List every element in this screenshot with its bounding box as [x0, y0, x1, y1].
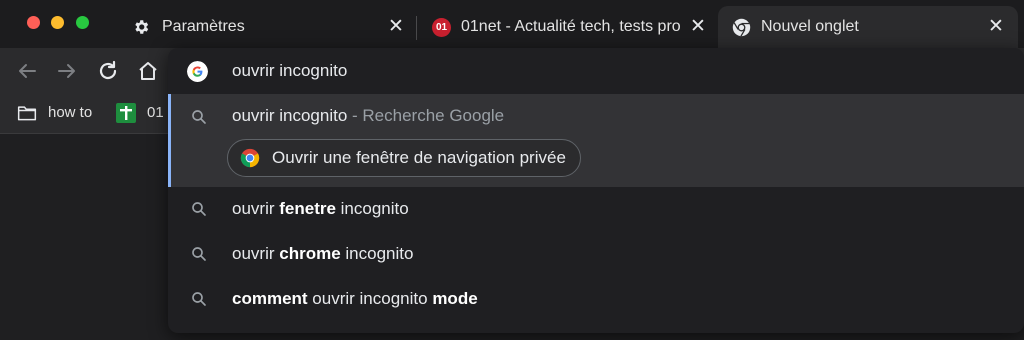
suggestion-text: ouvrir: [232, 199, 280, 218]
suggestion-bold-text: chrome: [279, 244, 341, 263]
chrome-icon: [732, 18, 751, 37]
suggestion-bold-text: comment: [232, 289, 308, 308]
search-icon: [192, 292, 206, 306]
selection-accent: [168, 94, 171, 187]
01net-favicon: 01: [432, 18, 451, 37]
search-icon: [192, 202, 206, 216]
window-zoom-button[interactable]: [76, 16, 89, 29]
suggestion-row[interactable]: comment ouvrir incognito mode: [168, 277, 1024, 322]
suggestion-query: ouvrir incognito: [232, 106, 348, 125]
sheets-icon: [116, 103, 136, 123]
home-icon[interactable]: [136, 59, 160, 83]
forward-icon[interactable]: [55, 59, 79, 83]
window-close-button[interactable]: [27, 16, 40, 29]
tab-close-button[interactable]: ✕: [690, 16, 706, 38]
bookmark-label: 01: [147, 104, 164, 121]
action-chip-label: Ouvrir une fenêtre de navigation privée: [272, 148, 566, 167]
omnibox-dropdown: ouvrir incognito ouvrir incognito - Rech…: [168, 48, 1024, 333]
search-icon: [192, 247, 206, 261]
tab-title: Paramètres: [162, 18, 245, 35]
reload-icon[interactable]: [96, 59, 120, 83]
omnibox-text: ouvrir incognito: [232, 61, 348, 80]
suggestion-row[interactable]: ouvrir chrome incognito: [168, 232, 1024, 277]
tab-title: Nouvel onglet: [761, 18, 859, 35]
tab-settings[interactable]: Paramètres ✕: [118, 6, 416, 48]
bookmark-01[interactable]: 01: [116, 95, 168, 133]
omnibox-input[interactable]: ouvrir incognito: [168, 48, 1024, 94]
suggestion-bold-text: mode: [432, 289, 478, 308]
bookmark-label: how to: [48, 104, 93, 121]
suggestion-text: incognito: [335, 199, 409, 218]
search-icon: [192, 110, 206, 124]
chrome-logo-icon: [240, 148, 260, 168]
tab-close-button[interactable]: ✕: [388, 16, 404, 38]
folder-icon: [17, 106, 37, 121]
tab-title: 01net - Actualité tech, tests pro: [461, 18, 681, 35]
suggestion-label: ouvrir fenetre incognito: [232, 199, 409, 219]
google-icon: [187, 61, 208, 82]
window-minimize-button[interactable]: [51, 16, 64, 29]
suggestion-text: ouvrir incognito: [307, 289, 433, 308]
tab-01net[interactable]: 01 01net - Actualité tech, tests pro ✕: [418, 6, 716, 48]
suggestion-selected[interactable]: ouvrir incognito - Recherche Google Ouvr…: [168, 94, 1024, 187]
tab-separator: [416, 16, 417, 40]
suggestion-text: incognito: [340, 244, 414, 263]
suggestion-label: ouvrir incognito - Recherche Google: [232, 106, 504, 126]
bookmark-how-to[interactable]: how to: [16, 95, 101, 133]
tab-strip: Paramètres ✕ 01 01net - Actualité tech, …: [0, 0, 1024, 48]
suggestion-text: ouvrir: [232, 244, 280, 263]
tab-new-tab[interactable]: Nouvel onglet ✕: [718, 6, 1018, 48]
tab-close-button[interactable]: ✕: [988, 16, 1004, 38]
back-icon[interactable]: [15, 59, 39, 83]
suggestion-label: ouvrir chrome incognito: [232, 244, 413, 264]
suggestion-label: comment ouvrir incognito mode: [232, 289, 478, 309]
suggestion-bold-text: fenetre: [279, 199, 336, 218]
suggestion-description: - Recherche Google: [347, 106, 505, 125]
gear-icon: [135, 20, 149, 34]
incognito-action-chip[interactable]: Ouvrir une fenêtre de navigation privée: [227, 139, 581, 177]
suggestion-row[interactable]: ouvrir fenetre incognito: [168, 187, 1024, 232]
